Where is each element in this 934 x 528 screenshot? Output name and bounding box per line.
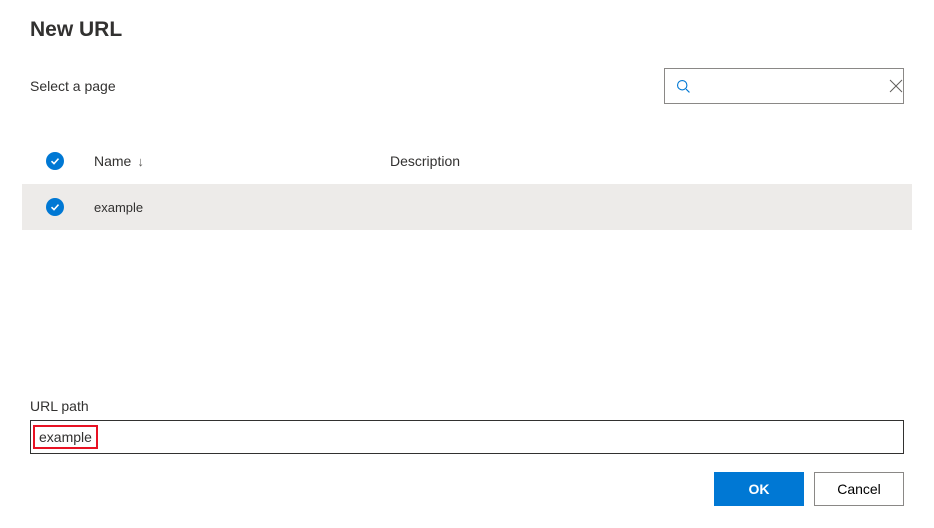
select-all-checkbox[interactable] — [46, 152, 94, 170]
column-description-label: Description — [390, 153, 460, 169]
url-path-label: URL path — [30, 398, 904, 414]
column-name-label: Name — [94, 153, 131, 169]
url-path-input[interactable]: example — [30, 420, 904, 454]
close-icon — [889, 79, 903, 93]
dialog-title: New URL — [30, 18, 904, 42]
cancel-button[interactable]: Cancel — [814, 472, 904, 506]
clear-search-button[interactable] — [889, 79, 903, 93]
ok-button[interactable]: OK — [714, 472, 804, 506]
url-path-section: URL path example — [30, 398, 904, 454]
select-page-label: Select a page — [30, 78, 116, 94]
check-circle-icon — [46, 198, 64, 216]
search-icon — [675, 78, 692, 95]
url-path-value: example — [33, 425, 98, 449]
table-row[interactable]: example — [22, 184, 912, 230]
page-table: Name ↓ Description example — [22, 138, 912, 230]
table-header-row: Name ↓ Description — [22, 138, 912, 184]
search-box[interactable] — [664, 68, 904, 104]
row-checkbox[interactable] — [46, 198, 94, 216]
column-header-description[interactable]: Description — [390, 153, 888, 169]
dialog-footer: OK Cancel — [714, 472, 904, 506]
column-header-name[interactable]: Name ↓ — [94, 153, 390, 169]
search-input[interactable] — [700, 78, 881, 94]
select-page-row: Select a page — [30, 68, 904, 104]
check-circle-icon — [46, 152, 64, 170]
row-name-cell: example — [94, 200, 390, 215]
sort-descending-icon: ↓ — [137, 155, 144, 168]
